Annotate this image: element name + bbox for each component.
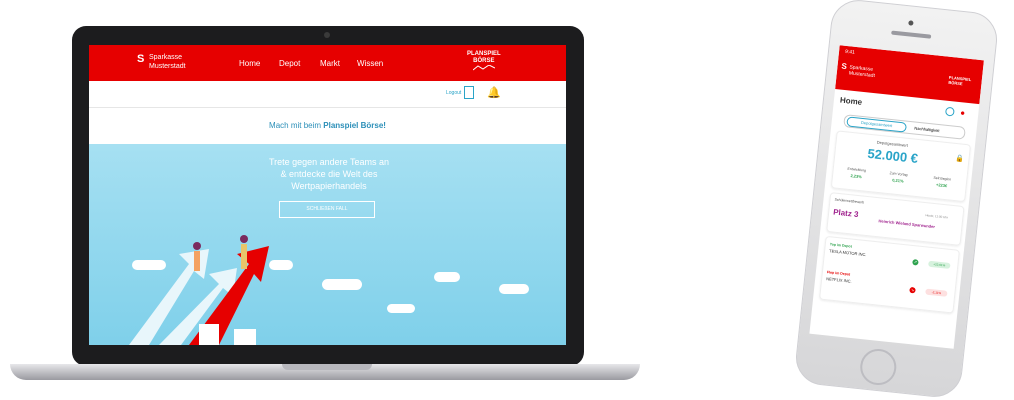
phone-screen: 9:41 S Sparkasse Musterstadt PLANSPIEL B… [809, 45, 984, 349]
logout-icon[interactable] [464, 86, 474, 99]
hero-line1: Trete gegen andere Teams an [268, 157, 390, 167]
logout-label[interactable]: Logout [446, 90, 461, 96]
tagline: Mach mit beim Planspiel Börse! [89, 108, 566, 144]
phone-speaker [891, 30, 932, 39]
phone-body: 9:41 S Sparkasse Musterstadt PLANSPIEL B… [793, 0, 1000, 400]
metric-value: 2,23% [850, 173, 863, 180]
top-change-badge: +22,61% [928, 260, 951, 269]
hero-button[interactable]: SCHLIEßEN FALL [279, 201, 375, 218]
cloud [434, 272, 460, 282]
laptop-screen: S Sparkasse Musterstadt Home Depot Markt… [89, 45, 566, 345]
metric-value: 0,21% [891, 177, 904, 184]
home-button[interactable] [858, 347, 899, 387]
brand-line2: BÖRSE [473, 58, 495, 64]
brand-wave-icon [472, 64, 496, 71]
flop-name[interactable]: NETFLIX INC. [826, 276, 852, 284]
bell-icon[interactable]: 🔔 [487, 86, 501, 99]
nav-item-wissen[interactable]: Wissen [357, 59, 383, 68]
hero-banner: Trete gegen andere Teams an & entdecke d… [89, 144, 566, 345]
laptop-camera [324, 32, 330, 38]
depot-value: 52.000 € [866, 145, 919, 166]
laptop-notch [282, 364, 372, 370]
settings-icon[interactable] [944, 106, 955, 117]
hero-text: Trete gegen andere Teams an & entdecke d… [239, 156, 419, 192]
notification-icon[interactable]: ● [960, 108, 966, 117]
phone-camera [908, 20, 914, 26]
hero-line3: Wertpapierhandels [291, 181, 367, 191]
sparkasse-logo-icon: S [137, 53, 145, 65]
phone-page-title: Home [839, 95, 863, 107]
nav-item-markt[interactable]: Markt [320, 59, 340, 68]
phone-header: 9:41 S Sparkasse Musterstadt PLANSPIEL B… [835, 45, 984, 105]
hero-illustration [129, 235, 269, 345]
cloud [269, 260, 293, 270]
nav-item-depot[interactable]: Depot [279, 59, 300, 68]
cloud [499, 284, 529, 294]
ranking-label: Schülerwettbewerb [834, 197, 865, 205]
laptop-mockup: S Sparkasse Musterstadt Home Depot Markt… [0, 0, 660, 396]
metric-value: +223€ [935, 182, 948, 189]
flop-change-badge: -2,11% [925, 288, 948, 297]
cloud [132, 260, 166, 270]
depot-card: Depotgesamtwert 52.000 € 🔒 Entwicklung 2… [830, 130, 972, 203]
tab-depotgesamtwert[interactable]: Depotgesamtwert [846, 116, 907, 133]
phone-brand: PLANSPIEL BÖRSE [948, 75, 971, 87]
arrow-down-icon: ↘ [909, 286, 916, 294]
tagline-highlight: Planspiel Börse! [323, 121, 386, 130]
top-name[interactable]: TESLA MOTOR INC. [829, 248, 867, 257]
cloud [322, 279, 362, 290]
laptop-logo[interactable]: S Sparkasse Musterstadt [137, 53, 186, 71]
sparkasse-logo-icon: S [841, 61, 848, 72]
logo-line1: Sparkasse [149, 54, 183, 61]
ranking-time: Heute, 11:00 Uhr [925, 213, 949, 220]
arrow-up-icon: ↗ [912, 259, 919, 266]
tab-nachhaltigkeit[interactable]: Nachhaltigkeit [914, 126, 940, 134]
laptop-navbar: S Sparkasse Musterstadt Home Depot Markt… [89, 45, 566, 81]
lock-icon[interactable]: 🔒 [955, 154, 965, 163]
status-time: 9:41 [844, 48, 856, 56]
logo-line2: Musterstadt [149, 63, 186, 70]
ranking-team: Heinrich Wieland Sparwunder [878, 218, 936, 230]
phone-mockup: 9:41 S Sparkasse Musterstadt PLANSPIEL B… [785, 0, 1007, 400]
laptop-toolbar: Logout 🔔 [89, 81, 566, 108]
top-flop-card: Top im Depot TESLA MOTOR INC. ↗ +22,61% … [819, 235, 960, 314]
ranking-place: Platz 3 [832, 207, 859, 220]
tagline-prefix: Mach mit beim [269, 121, 324, 130]
planspiel-brand: PLANSPIEL BÖRSE [467, 51, 501, 74]
brand-line1: PLANSPIEL [467, 51, 501, 57]
nav-item-home[interactable]: Home [239, 59, 260, 68]
cloud [387, 304, 415, 313]
hero-line2: & entdecke die Welt des [280, 169, 378, 179]
phone-logo: S Sparkasse Musterstadt [841, 62, 876, 79]
